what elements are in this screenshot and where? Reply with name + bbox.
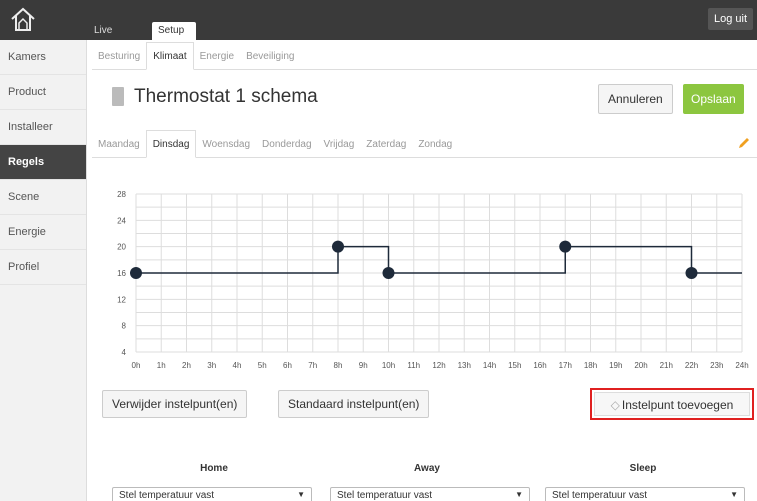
tab-klimaat[interactable]: Klimaat	[146, 42, 194, 70]
x-tick-label: 1h	[157, 361, 166, 370]
x-tick-label: 3h	[207, 361, 216, 370]
chevron-down-icon: ▼	[515, 490, 523, 499]
x-tick-label: 4h	[233, 361, 242, 370]
y-tick-label: 28	[117, 190, 126, 199]
x-tick-label: 20h	[634, 361, 647, 370]
y-tick-label: 16	[117, 269, 126, 278]
x-tick-label: 23h	[710, 361, 723, 370]
tab-woensdag[interactable]: Woensdag	[196, 131, 256, 159]
x-tick-label: 11h	[407, 361, 420, 370]
top-bar: Live Setup Log uit	[0, 0, 757, 40]
thermostat-icon	[112, 87, 124, 106]
add-setpoint-button[interactable]: ◇ Instelpunt toevoegen	[594, 392, 750, 416]
y-tick-label: 4	[122, 348, 127, 357]
temperature-schedule-chart[interactable]: 0h 1h 2h 3h 4h 5h 6h 7h 8h 9h 10h 11h 12h 13h 14h 15h 16…	[92, 180, 757, 380]
mode-label-sleep: Sleep	[629, 463, 657, 474]
page-title: Thermostat 1 schema	[134, 86, 318, 107]
y-tick-label: 24	[117, 216, 126, 225]
setpoint-marker[interactable]	[382, 267, 395, 279]
x-tick-label: 8h	[334, 361, 343, 370]
setpoint-marker[interactable]	[332, 240, 344, 253]
x-tick-label: 16h	[533, 361, 546, 370]
save-button[interactable]: Opslaan	[683, 84, 744, 114]
setpoint-marker[interactable]	[559, 240, 572, 253]
setpoint-marker[interactable]	[130, 267, 142, 279]
tab-energie[interactable]: Energie	[194, 43, 240, 71]
home-temperature-select[interactable]: Stel temperatuur vast ▼	[112, 487, 312, 501]
setpoint-marker[interactable]	[685, 267, 698, 279]
tab-maandag[interactable]: Maandag	[92, 131, 146, 159]
add-setpoint-highlight: ◇ Instelpunt toevoegen	[590, 388, 754, 420]
day-tabs: Maandag Dinsdag Woensdag Donderdag Vrijdag Za…	[92, 130, 757, 158]
x-tick-label: 12h	[432, 361, 445, 370]
x-tick-label: 10h	[382, 361, 395, 370]
plus-diamond-icon: ◇	[610, 398, 620, 412]
section-tabs: Besturing Klimaat Energie Beveiliging	[92, 42, 757, 70]
x-tick-label: 22h	[685, 361, 698, 370]
x-tick-label: 19h	[609, 361, 622, 370]
default-setpoints-button[interactable]: Standaard instelpunt(en)	[278, 390, 430, 418]
x-tick-label: 17h	[559, 361, 572, 370]
x-tick-label: 24h	[735, 361, 748, 370]
tab-live[interactable]: Live	[88, 22, 118, 40]
sidebar-item-profiel[interactable]: Profiel	[0, 250, 86, 285]
logout-button[interactable]: Log uit	[707, 8, 753, 30]
add-setpoint-label: Instelpunt toevoegen	[621, 398, 734, 412]
chevron-down-icon: ▼	[297, 490, 305, 499]
y-tick-label: 12	[117, 295, 126, 304]
y-tick-label: 8	[122, 322, 127, 331]
tab-setup[interactable]: Setup	[152, 22, 196, 40]
edit-pencil-icon[interactable]	[737, 136, 751, 150]
tab-besturing[interactable]: Besturing	[92, 43, 146, 71]
tab-zaterdag[interactable]: Zaterdag	[360, 131, 412, 159]
x-tick-label: 6h	[283, 361, 292, 370]
x-tick-label: 14h	[483, 361, 496, 370]
page-header: Thermostat 1 schema Annuleren Opslaan	[92, 76, 757, 122]
x-tick-label: 0h	[132, 361, 141, 370]
x-tick-label: 9h	[359, 361, 368, 370]
x-tick-label: 5h	[258, 361, 267, 370]
y-tick-label: 20	[117, 243, 126, 252]
sidebar-item-scene[interactable]: Scene	[0, 180, 86, 215]
x-tick-label: 15h	[508, 361, 521, 370]
x-tick-label: 2h	[182, 361, 191, 370]
x-tick-label: 7h	[308, 361, 317, 370]
sidebar-item-energie[interactable]: Energie	[0, 215, 86, 250]
delete-setpoints-button[interactable]: Verwijder instelpunt(en)	[102, 390, 248, 418]
tab-zondag[interactable]: Zondag	[412, 131, 458, 159]
x-tick-label: 13h	[458, 361, 471, 370]
x-tick-label: 21h	[660, 361, 673, 370]
away-select-value: Stel temperatuur vast	[337, 490, 433, 501]
tab-dinsdag[interactable]: Dinsdag	[145, 130, 197, 158]
home-logo-icon[interactable]	[8, 5, 38, 33]
tab-donderdag[interactable]: Donderdag	[256, 131, 317, 159]
cancel-button[interactable]: Annuleren	[598, 84, 673, 114]
sidebar-item-product[interactable]: Product	[0, 75, 86, 110]
mode-label-home: Home	[200, 463, 228, 474]
sidebar-item-kamers[interactable]: Kamers	[0, 40, 86, 75]
tab-vrijdag[interactable]: Vrijdag	[318, 131, 361, 159]
mode-label-away: Away	[414, 463, 440, 474]
sidebar-item-regels[interactable]: Regels	[0, 145, 86, 180]
sleep-select-value: Stel temperatuur vast	[552, 490, 648, 501]
away-temperature-select[interactable]: Stel temperatuur vast ▼	[330, 487, 530, 501]
sleep-temperature-select[interactable]: Stel temperatuur vast ▼	[545, 487, 745, 501]
x-tick-label: 18h	[584, 361, 597, 370]
chevron-down-icon: ▼	[730, 490, 738, 499]
tab-beveiliging[interactable]: Beveiliging	[240, 43, 300, 71]
sidebar-item-installeer[interactable]: Installeer	[0, 110, 86, 145]
sidebar: Kamers Product Installeer Regels Scene E…	[0, 40, 87, 501]
home-select-value: Stel temperatuur vast	[119, 490, 215, 501]
